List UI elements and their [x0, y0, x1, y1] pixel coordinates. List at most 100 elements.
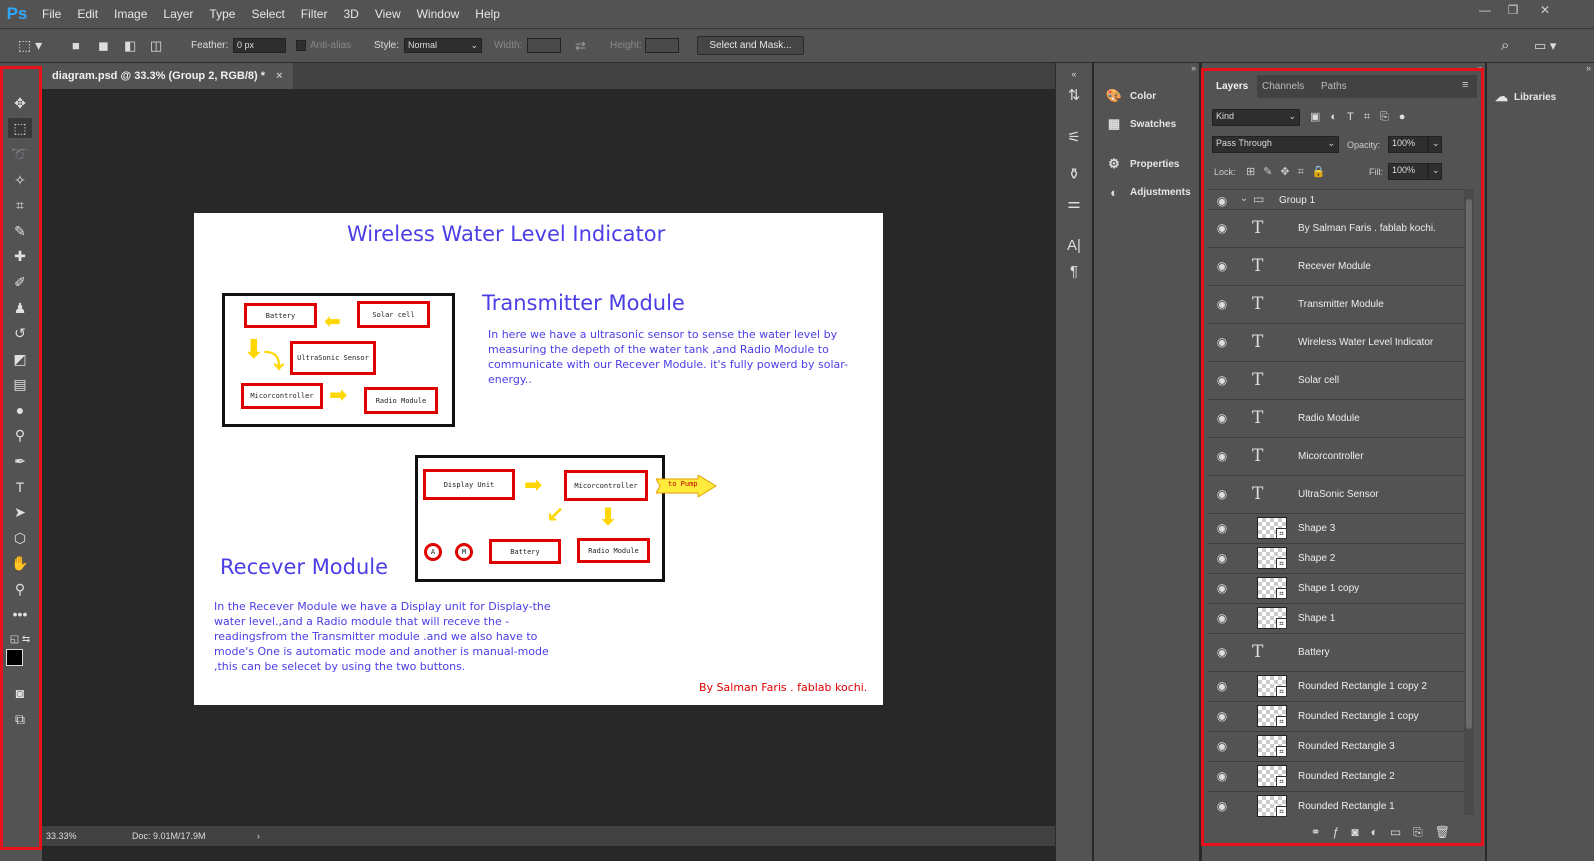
visibility-eye-icon[interactable]: ◉: [1214, 521, 1230, 535]
visibility-eye-icon[interactable]: ◉: [1214, 799, 1230, 813]
select-and-mask-button[interactable]: Select and Mask...: [697, 36, 804, 55]
layer-row[interactable]: ◉ ⌗ Rounded Rectangle 2: [1208, 761, 1466, 791]
feather-input[interactable]: 0 px: [233, 38, 286, 53]
brush-panel-icon[interactable]: ⚟: [1062, 127, 1086, 149]
menu-type[interactable]: Type: [201, 0, 243, 28]
menu-image[interactable]: Image: [106, 0, 155, 28]
gradient-tool-icon[interactable]: ▤: [8, 374, 32, 394]
color-panel-item[interactable]: 🎨 Color: [1104, 86, 1156, 106]
marquee-tool-icon[interactable]: ⬚: [8, 118, 32, 138]
layer-row[interactable]: ◉ T UltraSonic Sensor: [1208, 475, 1466, 513]
expand-icon[interactable]: »: [1487, 63, 1594, 73]
blur-tool-icon[interactable]: ●: [8, 400, 32, 420]
new-selection-icon[interactable]: ■: [72, 29, 80, 62]
close-window-button[interactable]: ✕: [1532, 0, 1558, 20]
zoom-level[interactable]: 33.33%: [46, 826, 77, 846]
healing-brush-tool-icon[interactable]: ✚: [8, 246, 32, 266]
brush-tool-icon[interactable]: ✐: [8, 272, 32, 292]
dodge-tool-icon[interactable]: ⚲: [8, 425, 32, 445]
search-icon[interactable]: ⌕: [1501, 29, 1509, 62]
tab-layers[interactable]: Layers: [1207, 75, 1258, 98]
layer-row[interactable]: ◉ T Wireless Water Level Indicator: [1208, 323, 1466, 361]
menu-window[interactable]: Window: [409, 0, 468, 28]
add-selection-icon[interactable]: ◼: [98, 29, 109, 62]
chevron-down-icon[interactable]: ⌄: [1240, 193, 1248, 204]
menu-edit[interactable]: Edit: [69, 0, 106, 28]
layer-row[interactable]: ◉ ⌗ Rounded Rectangle 3: [1208, 731, 1466, 761]
menu-layer[interactable]: Layer: [155, 0, 201, 28]
panel-menu-icon[interactable]: ≡: [1462, 79, 1468, 91]
width-input[interactable]: [527, 38, 561, 53]
height-input[interactable]: [645, 38, 679, 53]
layer-row[interactable]: ◉ ⌗ Shape 2: [1208, 543, 1466, 573]
more-tools-icon[interactable]: •••: [8, 604, 32, 624]
chevron-right-icon[interactable]: ›: [257, 826, 260, 846]
move-tool-icon[interactable]: ✥: [8, 93, 32, 113]
visibility-eye-icon[interactable]: ◉: [1214, 551, 1230, 565]
brush-presets-icon[interactable]: ⚱: [1062, 164, 1086, 186]
menu-filter[interactable]: Filter: [293, 0, 336, 28]
shape-tool-icon[interactable]: ⬡: [8, 528, 32, 548]
visibility-eye-icon[interactable]: ◉: [1214, 769, 1230, 783]
subtract-selection-icon[interactable]: ◧: [124, 29, 136, 62]
canvas[interactable]: Wireless Water Level Indicator Battery S…: [194, 213, 883, 705]
visibility-eye-icon[interactable]: ◉: [1214, 679, 1230, 693]
layer-row[interactable]: ◉ ⌗ Shape 1 copy: [1208, 573, 1466, 603]
style-select[interactable]: Normal ⌄: [404, 38, 482, 53]
expand-icon[interactable]: »: [1094, 63, 1200, 73]
adjustments-panel-item[interactable]: ◐ Adjustments: [1104, 182, 1191, 202]
restore-button[interactable]: ❐: [1500, 0, 1526, 20]
collapse-icon[interactable]: «: [1062, 63, 1086, 85]
layer-kind-filter[interactable]: Kind ⌄: [1212, 109, 1300, 126]
layer-row[interactable]: ◉ ⌗ Rounded Rectangle 1: [1208, 791, 1466, 821]
close-tab-icon[interactable]: ×: [276, 70, 282, 82]
layer-group-row[interactable]: ◉ ⌄ ▭ Group 1: [1208, 189, 1466, 209]
layer-filter-icons[interactable]: ▣◐T⌗⎘●: [1310, 110, 1415, 124]
layers-footer-icons[interactable]: ⚭ƒ◙◐▭⎘🗑: [1202, 819, 1486, 845]
crop-tool-icon[interactable]: ⌗: [8, 195, 32, 215]
opacity-dropdown[interactable]: ⌄: [1428, 136, 1442, 153]
visibility-eye-icon[interactable]: ◉: [1214, 411, 1230, 425]
visibility-eye-icon[interactable]: ◉: [1214, 373, 1230, 387]
visibility-eye-icon[interactable]: ◉: [1214, 259, 1230, 273]
visibility-eye-icon[interactable]: ◉: [1214, 335, 1230, 349]
visibility-eye-icon[interactable]: ◉: [1214, 221, 1230, 235]
history-brush-tool-icon[interactable]: ↺: [8, 323, 32, 343]
layer-row[interactable]: ◉ T Transmitter Module: [1208, 285, 1466, 323]
workspace-icon[interactable]: ▭ ▾: [1534, 29, 1556, 62]
swatches-panel-item[interactable]: ▦ Swatches: [1104, 114, 1176, 134]
opacity-input[interactable]: 100%: [1388, 136, 1428, 153]
marquee-preset-icon[interactable]: ⬚ ▾: [18, 29, 42, 62]
menu-help[interactable]: Help: [467, 0, 508, 28]
visibility-eye-icon[interactable]: ◉: [1214, 739, 1230, 753]
layer-row[interactable]: ◉ T Radio Module: [1208, 399, 1466, 437]
zoom-tool-icon[interactable]: ⚲: [8, 579, 32, 599]
layers-scrollbar[interactable]: [1464, 189, 1474, 815]
minimize-button[interactable]: —: [1472, 0, 1498, 20]
layer-row[interactable]: ◉ ⌗ Shape 1: [1208, 603, 1466, 633]
menu-view[interactable]: View: [367, 0, 409, 28]
lasso-tool-icon[interactable]: ➰: [8, 144, 32, 164]
history-panel-icon[interactable]: ⇅: [1062, 85, 1086, 107]
stamp-tool-icon[interactable]: ♟: [8, 298, 32, 318]
tab-paths[interactable]: Paths: [1312, 75, 1356, 98]
layer-row[interactable]: ◉ ⌗ Shape 3: [1208, 513, 1466, 543]
visibility-eye-icon[interactable]: ◉: [1214, 449, 1230, 463]
layer-row[interactable]: ◉ T Battery: [1208, 633, 1466, 671]
layer-row[interactable]: ◉ T Solar cell: [1208, 361, 1466, 399]
antialias-checkbox[interactable]: [296, 40, 306, 51]
quick-mask-icon[interactable]: ◙: [8, 683, 32, 703]
scrollbar-thumb[interactable]: [1466, 199, 1472, 729]
blend-mode-select[interactable]: Pass Through ⌄: [1212, 136, 1339, 153]
visibility-eye-icon[interactable]: ◉: [1214, 581, 1230, 595]
visibility-eye-icon[interactable]: ◉: [1214, 487, 1230, 501]
tool-presets-icon[interactable]: ⚌: [1062, 193, 1086, 215]
default-colors-icon[interactable]: ◱ ⇆: [8, 629, 32, 649]
pen-tool-icon[interactable]: ✒: [8, 451, 32, 471]
fill-dropdown[interactable]: ⌄: [1428, 163, 1442, 180]
hand-tool-icon[interactable]: ✋: [8, 553, 32, 573]
screen-mode-icon[interactable]: ⧉: [8, 709, 32, 729]
intersect-selection-icon[interactable]: ◫: [150, 29, 162, 62]
layer-row[interactable]: ◉ T Recever Module: [1208, 247, 1466, 285]
menu-select[interactable]: Select: [243, 0, 292, 28]
